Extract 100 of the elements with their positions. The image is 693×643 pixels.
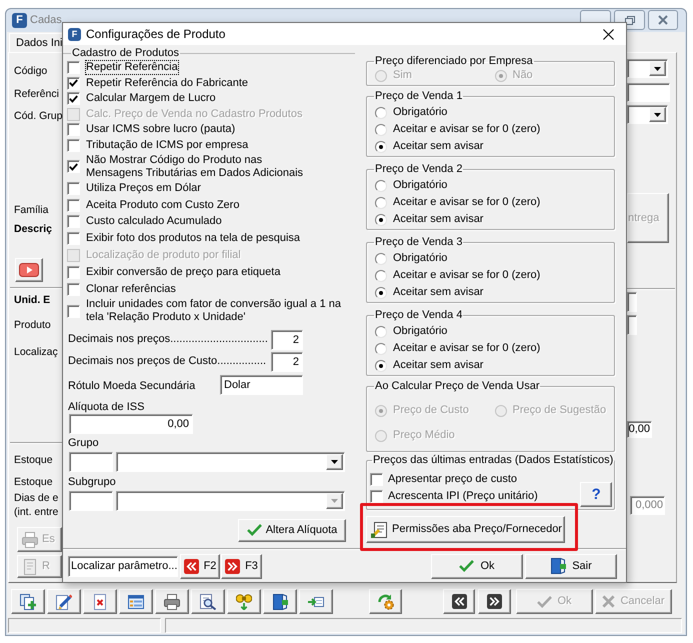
document-x-icon [92,594,108,610]
check-icon [459,560,474,572]
toolbar-button[interactable] [191,589,225,614]
close-button[interactable] [601,27,615,41]
section-heading: Unid. E [14,294,50,307]
dropdown-field[interactable] [116,452,345,472]
double-left-icon [452,594,466,609]
field-label: Produto [14,319,51,332]
text-field[interactable] [627,315,637,335]
radio-button[interactable] [375,124,387,136]
toolbar-button[interactable] [263,589,297,614]
checkbox[interactable] [370,490,383,503]
radio-button[interactable] [375,214,387,226]
x-icon [602,595,616,608]
option-label: Custo calculado Acumulado [86,215,222,228]
check-icon [246,524,262,536]
field-label: Decimais nos preços de Custo................ [68,355,266,368]
radio-button[interactable] [375,326,387,338]
code-field[interactable] [69,452,113,472]
dropdown-button[interactable] [649,61,666,76]
magnifier-document-icon [200,594,216,610]
option-label: Repetir Referência [86,61,178,74]
radio-button[interactable] [375,252,387,264]
checkbox[interactable] [67,138,80,152]
double-right-icon [487,594,502,609]
group-title: Preços das últimas entradas (Dados Estatísticos) [372,454,614,466]
radio-label: Aceitar sem avisar [393,213,484,226]
window-title: Configurações de Produto [86,27,226,41]
dropdown-button[interactable] [649,107,666,122]
change-rate-button[interactable]: Altera Alíquota [238,518,346,542]
checkbox[interactable] [67,61,80,74]
radio-button[interactable] [375,140,387,152]
next-button[interactable] [478,589,511,614]
text-field[interactable]: 0,00 [627,421,652,438]
toolbar-button[interactable] [119,589,153,614]
radio-button[interactable] [375,286,387,298]
permissions-button[interactable]: Permissões aba Preço/Fornecedor [366,516,565,543]
radio-label: Aceitar e avisar se for 0 (zero) [393,123,540,136]
close-icon [658,15,668,25]
toolbar-button[interactable] [155,589,189,614]
play-button[interactable] [15,258,43,282]
checkbox[interactable] [67,160,80,173]
checkbox[interactable] [67,76,80,90]
previous-button[interactable]: F2 [180,554,220,578]
number-field[interactable]: 2 [271,330,303,350]
radio-button[interactable] [375,342,387,354]
number-field[interactable]: 0,00 [69,414,193,434]
radio-button[interactable] [375,270,387,282]
checkbox[interactable] [370,473,383,486]
app-logo: F [68,28,81,40]
radio-button[interactable] [375,196,387,208]
printer-icon [164,594,180,610]
dropdown-field[interactable] [627,59,668,78]
dropdown-button[interactable] [326,454,343,470]
door-icon [272,594,288,610]
toolbar-button[interactable] [83,589,117,614]
number-field[interactable]: 2 [271,352,303,372]
previous-button[interactable] [443,589,475,614]
radio-label: Não [512,69,533,82]
radio-button[interactable] [375,360,387,372]
toolbar-button[interactable] [227,589,261,614]
radio-button[interactable] [375,106,387,118]
checkbox[interactable] [67,123,80,136]
checkbox[interactable] [67,266,80,279]
checkbox[interactable] [67,198,80,212]
checkbox[interactable] [67,304,80,318]
checkbox[interactable] [67,282,80,296]
exit-button[interactable]: Sair [525,554,617,578]
code-field[interactable] [69,490,113,511]
document-icon [22,558,38,574]
text-field[interactable] [627,292,637,312]
toolbar-button[interactable] [11,589,45,614]
tab[interactable]: Dados Ini [9,33,62,52]
option-label: Exibir conversão de preço para etiqueta [86,266,280,279]
radio-label: Sim [393,69,412,82]
checkbox[interactable] [67,182,80,195]
window-title: Cadas [30,14,62,27]
search-field[interactable]: Localizar parâmetro... [68,556,178,576]
group-title: Preço de Venda 4 [374,309,464,321]
help-button[interactable]: ? [580,482,612,507]
toolbar-button[interactable] [47,589,81,614]
field-label: Cód. Grup [14,110,62,123]
checkbox[interactable] [67,232,80,246]
radio-button[interactable] [375,180,387,192]
checkbox[interactable] [67,92,80,106]
radio-label: Preço Médio [393,429,455,442]
dropdown-field[interactable] [627,105,668,124]
option-label: Tributação de ICMS por empresa [86,138,248,152]
next-button[interactable]: F3 [221,554,262,578]
checkbox[interactable] [67,215,80,228]
toolbar-button[interactable] [299,589,333,614]
section-heading: Descriç [14,223,52,236]
window-form-icon [128,594,144,610]
radio-label: Aceitar sem avisar [393,359,484,372]
text-field[interactable] [627,83,670,102]
toolbar-button[interactable] [369,589,402,614]
double-left-icon [184,558,199,574]
ok-button[interactable]: Ok [431,554,523,578]
radio-label: Preço de Custo [393,404,469,417]
text-field[interactable]: Dolar [220,374,303,395]
